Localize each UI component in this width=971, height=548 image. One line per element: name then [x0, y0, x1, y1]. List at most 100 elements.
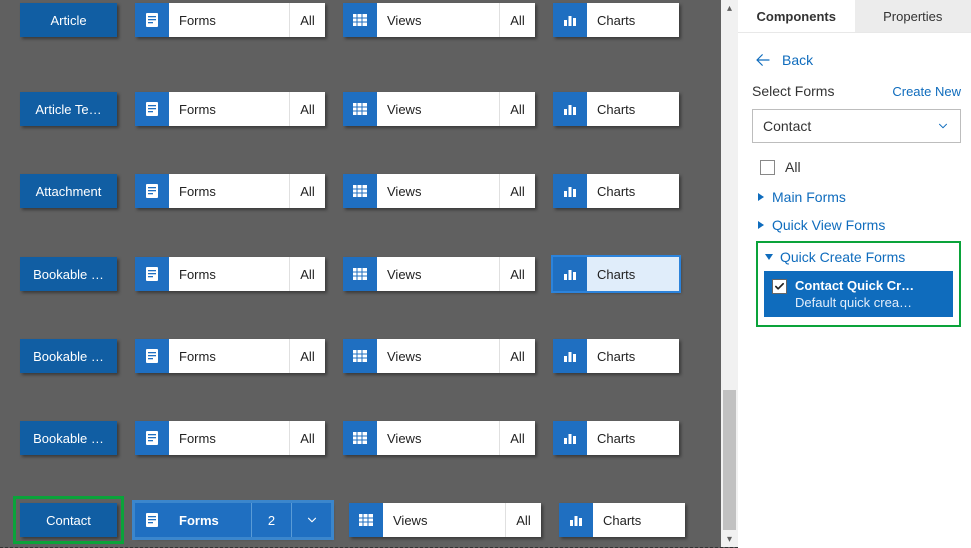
bar-chart-icon-wrap: [553, 421, 587, 455]
charts-block[interactable]: Charts: [559, 503, 685, 537]
entity-tile[interactable]: Article: [20, 3, 117, 37]
forms-tag: All: [289, 3, 325, 37]
group-main-forms[interactable]: Main Forms: [756, 183, 961, 211]
table-icon-wrap: [343, 421, 377, 455]
views-label: Views: [377, 421, 499, 455]
form-item-checkbox[interactable]: [772, 279, 787, 294]
form-icon: [144, 512, 160, 528]
bar-chart-icon: [562, 12, 578, 28]
form-item-contact-quick-create[interactable]: Contact Quick Cr… Default quick crea…: [764, 271, 953, 317]
group-main-forms-label: Main Forms: [772, 189, 846, 205]
charts-label: Charts: [587, 339, 679, 373]
views-block[interactable]: ViewsAll: [343, 92, 535, 126]
entity-row: Bookable … FormsAll ViewsAll Charts: [20, 421, 679, 455]
charts-block[interactable]: Charts: [553, 92, 679, 126]
charts-block[interactable]: Charts: [553, 3, 679, 37]
charts-label: Charts: [587, 3, 679, 37]
tab-components[interactable]: Components: [738, 0, 855, 32]
charts-label: Charts: [587, 257, 679, 291]
views-label: Views: [377, 92, 499, 126]
form-icon: [144, 266, 160, 282]
table-icon: [352, 348, 368, 364]
bar-chart-icon-wrap: [553, 339, 587, 373]
form-icon-wrap: [135, 92, 169, 126]
form-icon: [144, 101, 160, 117]
charts-block[interactable]: Charts: [553, 257, 679, 291]
forms-block[interactable]: FormsAll: [135, 92, 325, 126]
entity-tile[interactable]: Bookable …: [20, 257, 117, 291]
triangle-right-icon: [756, 192, 766, 202]
scroll-thumb[interactable]: [723, 390, 736, 530]
bar-chart-icon-wrap: [553, 174, 587, 208]
bar-chart-icon: [568, 512, 584, 528]
form-icon: [144, 430, 160, 446]
charts-block[interactable]: Charts: [553, 421, 679, 455]
table-icon: [352, 12, 368, 28]
vertical-scrollbar[interactable]: ▴ ▾: [721, 0, 738, 548]
bar-chart-icon: [562, 348, 578, 364]
views-tag: All: [499, 421, 535, 455]
charts-block[interactable]: Charts: [553, 339, 679, 373]
form-icon-wrap: [135, 257, 169, 291]
arrow-left-icon: [754, 51, 772, 69]
scroll-down-icon[interactable]: ▾: [721, 531, 738, 548]
views-label: Views: [383, 503, 505, 537]
all-label: All: [785, 159, 801, 175]
table-icon-wrap: [343, 174, 377, 208]
table-icon-wrap: [349, 503, 383, 537]
group-quick-create-forms-box: Quick Create Forms Contact Quick Cr… Def…: [756, 241, 961, 327]
table-icon-wrap: [343, 92, 377, 126]
bar-chart-icon: [562, 266, 578, 282]
charts-label: Charts: [587, 174, 679, 208]
bar-chart-icon-wrap: [559, 503, 593, 537]
tab-properties[interactable]: Properties: [855, 0, 971, 32]
views-label: Views: [377, 174, 499, 208]
table-icon-wrap: [343, 257, 377, 291]
chevron-down-icon: [305, 513, 319, 527]
forms-block[interactable]: FormsAll: [135, 257, 325, 291]
views-tag: All: [499, 339, 535, 373]
entity-dropdown[interactable]: Contact: [752, 109, 961, 143]
views-label: Views: [377, 3, 499, 37]
all-checkbox[interactable]: [760, 160, 775, 175]
forms-block[interactable]: FormsAll: [135, 3, 325, 37]
charts-label: Charts: [587, 421, 679, 455]
triangle-right-icon: [756, 220, 766, 230]
views-block[interactable]: ViewsAll: [343, 421, 535, 455]
entity-tile[interactable]: Bookable …: [20, 421, 117, 455]
views-tag: All: [499, 257, 535, 291]
group-quick-create-forms[interactable]: Quick Create Forms: [764, 249, 953, 271]
form-icon-wrap: [135, 503, 169, 537]
views-label: Views: [377, 257, 499, 291]
forms-tag: All: [289, 92, 325, 126]
entity-row: Contact Forms2 ViewsAll Charts: [20, 503, 685, 537]
views-label: Views: [377, 339, 499, 373]
table-icon: [352, 266, 368, 282]
group-quick-view-forms[interactable]: Quick View Forms: [756, 211, 961, 239]
create-new-link[interactable]: Create New: [892, 84, 961, 99]
views-block[interactable]: ViewsAll: [343, 3, 535, 37]
views-tag: All: [499, 92, 535, 126]
charts-block[interactable]: Charts: [553, 174, 679, 208]
entity-tile[interactable]: Article Te…: [20, 92, 117, 126]
back-button[interactable]: Back: [752, 45, 961, 83]
entity-tile[interactable]: Attachment: [20, 174, 117, 208]
forms-block[interactable]: FormsAll: [135, 174, 325, 208]
forms-expand[interactable]: [291, 503, 331, 537]
form-icon: [144, 183, 160, 199]
check-icon: [774, 281, 785, 292]
form-item-title: Contact Quick Cr…: [795, 277, 945, 294]
views-block[interactable]: ViewsAll: [343, 257, 535, 291]
form-icon-wrap: [135, 174, 169, 208]
views-block[interactable]: ViewsAll: [343, 339, 535, 373]
forms-block[interactable]: FormsAll: [135, 421, 325, 455]
views-block[interactable]: ViewsAll: [343, 174, 535, 208]
forms-block[interactable]: Forms2: [135, 503, 331, 537]
views-tag: All: [499, 174, 535, 208]
entity-tile[interactable]: Bookable …: [20, 339, 117, 373]
views-block[interactable]: ViewsAll: [349, 503, 541, 537]
entity-row: Bookable … FormsAll ViewsAll Charts: [20, 257, 679, 291]
scroll-up-icon[interactable]: ▴: [721, 0, 738, 17]
forms-block[interactable]: FormsAll: [135, 339, 325, 373]
entity-tile[interactable]: Contact: [20, 503, 117, 537]
